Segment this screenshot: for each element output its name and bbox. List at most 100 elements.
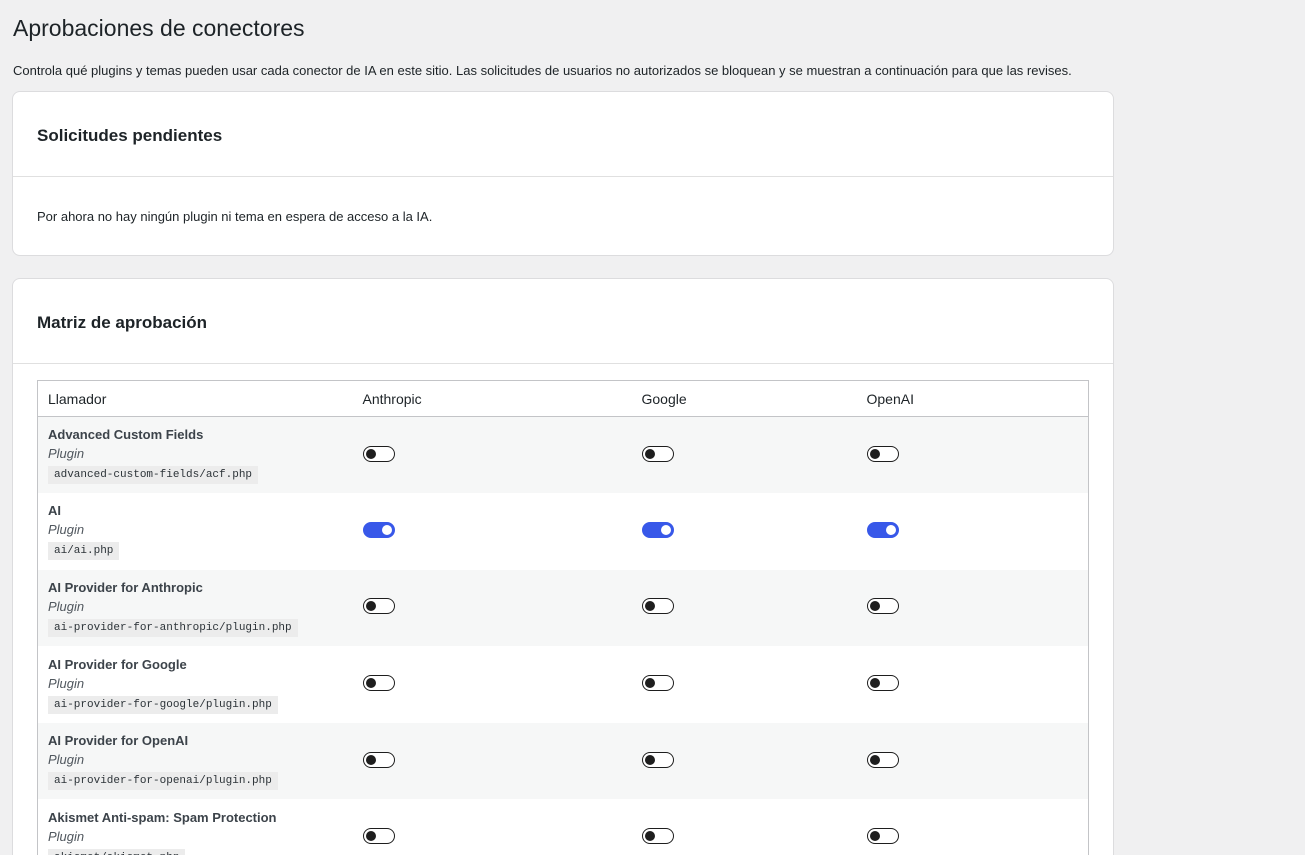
pending-requests-header: Solicitudes pendientes — [13, 92, 1113, 177]
google-toggle-cell — [632, 723, 857, 800]
openai-access-toggle[interactable] — [866, 521, 899, 538]
caller-type: Plugin — [48, 522, 85, 538]
table-row: Akismet Anti-spam: Spam Protection Plugin… — [37, 799, 1089, 855]
toggle-knob — [869, 754, 880, 765]
google-access-toggle[interactable] — [641, 521, 674, 538]
openai-toggle-cell — [857, 570, 1089, 647]
caller-type: Plugin — [48, 446, 85, 462]
toggle-knob — [885, 524, 896, 535]
anthropic-toggle-cell — [353, 570, 632, 647]
column-header-openai: OpenAI — [856, 380, 1089, 417]
anthropic-access-toggle[interactable] — [362, 445, 395, 462]
caller-file-path: advanced-custom-fields/acf.php — [48, 466, 259, 485]
caller-name: AI Provider for OpenAI — [48, 733, 189, 749]
caller-name: Akismet Anti-spam: Spam Protection — [48, 809, 277, 825]
toggle-knob — [869, 448, 880, 459]
anthropic-toggle-cell — [353, 493, 632, 570]
openai-access-toggle[interactable] — [866, 751, 899, 768]
table-row: Advanced Custom Fields Plugin advanced-cus… — [37, 416, 1089, 494]
google-access-toggle[interactable] — [641, 828, 674, 845]
table-row: AI Provider for Google Plugin ai-provider-… — [37, 646, 1089, 723]
toggle-knob — [644, 754, 655, 765]
google-access-toggle[interactable] — [641, 598, 674, 615]
connector-approvals-page: Aprobaciones de conectores Controla qué … — [0, 0, 1305, 855]
table-row: AI Plugin ai/ai.php — [37, 493, 1089, 570]
caller-file-path: ai-provider-for-openai/plugin.php — [48, 772, 278, 791]
caller-cell: AI Plugin ai/ai.php — [38, 493, 353, 570]
toggle-knob — [381, 524, 392, 535]
anthropic-access-toggle[interactable] — [362, 828, 395, 845]
caller-cell: Advanced Custom Fields Plugin advanced-cus… — [38, 417, 353, 494]
approval-matrix-table: Llamador Anthropic Google OpenAI Advance… — [37, 380, 1089, 855]
toggle-knob — [660, 524, 671, 535]
openai-access-toggle[interactable] — [866, 598, 899, 615]
anthropic-access-toggle[interactable] — [362, 675, 395, 692]
pending-requests-title: Solicitudes pendientes — [37, 126, 223, 145]
anthropic-toggle-cell — [353, 723, 632, 800]
toggle-knob — [365, 678, 376, 689]
google-toggle-cell — [632, 493, 857, 570]
google-access-toggle[interactable] — [641, 751, 674, 768]
toggle-knob — [365, 601, 376, 612]
table-row: AI Provider for OpenAI Plugin ai-provider-… — [37, 722, 1089, 800]
openai-toggle-cell — [857, 723, 1089, 800]
column-header-anthropic: Anthropic — [352, 380, 632, 417]
caller-name: AI Provider for Google — [48, 656, 187, 672]
openai-access-toggle[interactable] — [866, 675, 899, 692]
openai-toggle-cell — [857, 493, 1089, 570]
google-access-toggle[interactable] — [641, 675, 674, 692]
caller-file-path: ai-provider-for-anthropic/plugin.php — [48, 618, 298, 637]
pending-requests-card: Solicitudes pendientes Por ahora no hay … — [12, 91, 1114, 256]
caller-type: Plugin — [48, 752, 85, 768]
approval-matrix-body: Advanced Custom Fields Plugin advanced-cus… — [37, 416, 1089, 855]
openai-toggle-cell — [857, 799, 1089, 855]
toggle-knob — [365, 448, 376, 459]
caller-type: Plugin — [48, 675, 85, 691]
toggle-knob — [869, 831, 880, 842]
column-header-google: Google — [631, 380, 857, 417]
toggle-knob — [644, 831, 655, 842]
caller-cell: Akismet Anti-spam: Spam Protection Plugin… — [38, 799, 353, 855]
google-toggle-cell — [632, 570, 857, 647]
openai-access-toggle[interactable] — [866, 445, 899, 462]
anthropic-toggle-cell — [353, 799, 632, 855]
caller-name: AI Provider for Anthropic — [48, 579, 203, 595]
openai-access-toggle[interactable] — [866, 828, 899, 845]
approval-matrix-header: Matriz de aprobación — [13, 279, 1113, 364]
openai-toggle-cell — [857, 646, 1089, 723]
openai-toggle-cell — [857, 417, 1089, 494]
table-row: AI Provider for Anthropic Plugin ai-provid… — [37, 569, 1089, 647]
caller-cell: AI Provider for Anthropic Plugin ai-provid… — [38, 570, 353, 647]
anthropic-access-toggle[interactable] — [362, 521, 395, 538]
toggle-knob — [644, 601, 655, 612]
toggle-knob — [365, 754, 376, 765]
toggle-knob — [644, 448, 655, 459]
approval-matrix-title: Matriz de aprobación — [37, 313, 208, 332]
page-description: Controla qué plugins y temas pueden usar… — [13, 63, 1072, 78]
anthropic-access-toggle[interactable] — [362, 751, 395, 768]
pending-empty-text: Por ahora no hay ningún plugin ni tema e… — [37, 209, 433, 224]
caller-name: Advanced Custom Fields — [48, 427, 204, 443]
approval-matrix-card: Matriz de aprobación Llamador Anthropic … — [12, 278, 1114, 855]
anthropic-toggle-cell — [353, 417, 632, 494]
anthropic-toggle-cell — [353, 646, 632, 723]
table-header-row: Llamador Anthropic Google OpenAI — [37, 380, 1089, 417]
caller-cell: AI Provider for OpenAI Plugin ai-provider-… — [38, 723, 353, 800]
google-toggle-cell — [632, 417, 857, 494]
caller-file-path: akismet/akismet.php — [48, 848, 186, 855]
anthropic-access-toggle[interactable] — [362, 598, 395, 615]
google-toggle-cell — [632, 646, 857, 723]
caller-type: Plugin — [48, 598, 85, 614]
caller-file-path: ai-provider-for-google/plugin.php — [48, 695, 278, 714]
page-title: Aprobaciones de conectores — [13, 15, 305, 41]
google-access-toggle[interactable] — [641, 445, 674, 462]
google-toggle-cell — [632, 799, 857, 855]
toggle-knob — [869, 601, 880, 612]
toggle-knob — [644, 678, 655, 689]
caller-cell: AI Provider for Google Plugin ai-provider-… — [38, 646, 353, 723]
toggle-knob — [869, 678, 880, 689]
caller-name: AI — [48, 503, 61, 519]
column-header-caller: Llamador — [37, 380, 353, 417]
caller-type: Plugin — [48, 828, 85, 844]
toggle-knob — [365, 831, 376, 842]
